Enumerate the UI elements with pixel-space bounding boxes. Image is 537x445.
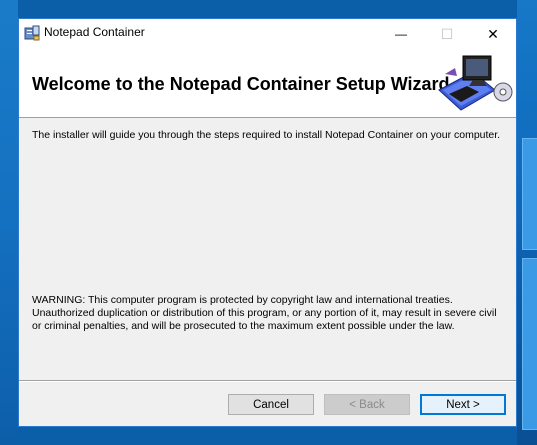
minimize-icon: — — [395, 27, 407, 41]
title-bar[interactable]: Notepad Container — ☐ ✕ — [19, 19, 516, 49]
back-button: < Back — [324, 394, 410, 415]
wizard-heading: Welcome to the Notepad Container Setup W… — [32, 74, 450, 94]
computer-cd-icon — [438, 55, 513, 111]
cancel-button[interactable]: Cancel — [228, 394, 314, 415]
installer-app-icon — [24, 25, 40, 41]
maximize-icon: ☐ — [440, 25, 454, 42]
window-title: Notepad Container — [44, 25, 145, 39]
copyright-warning: WARNING: This computer program is protec… — [32, 294, 497, 332]
maximize-button: ☐ — [424, 19, 470, 49]
intro-text: The installer will guide you through the… — [32, 129, 501, 141]
close-button[interactable]: ✕ — [470, 19, 516, 49]
setup-wizard-window: Notepad Container — ☐ ✕ Welcome to the N… — [18, 18, 517, 427]
desktop-tile-lower — [522, 258, 537, 430]
desktop-tile-upper — [522, 138, 537, 250]
footer-divider — [19, 380, 516, 382]
minimize-button[interactable]: — — [378, 19, 424, 49]
desktop-background-left — [0, 0, 18, 445]
close-icon: ✕ — [487, 25, 499, 42]
wizard-banner: Welcome to the Notepad Container Setup W… — [19, 49, 516, 118]
next-button[interactable]: Next > — [420, 394, 506, 415]
